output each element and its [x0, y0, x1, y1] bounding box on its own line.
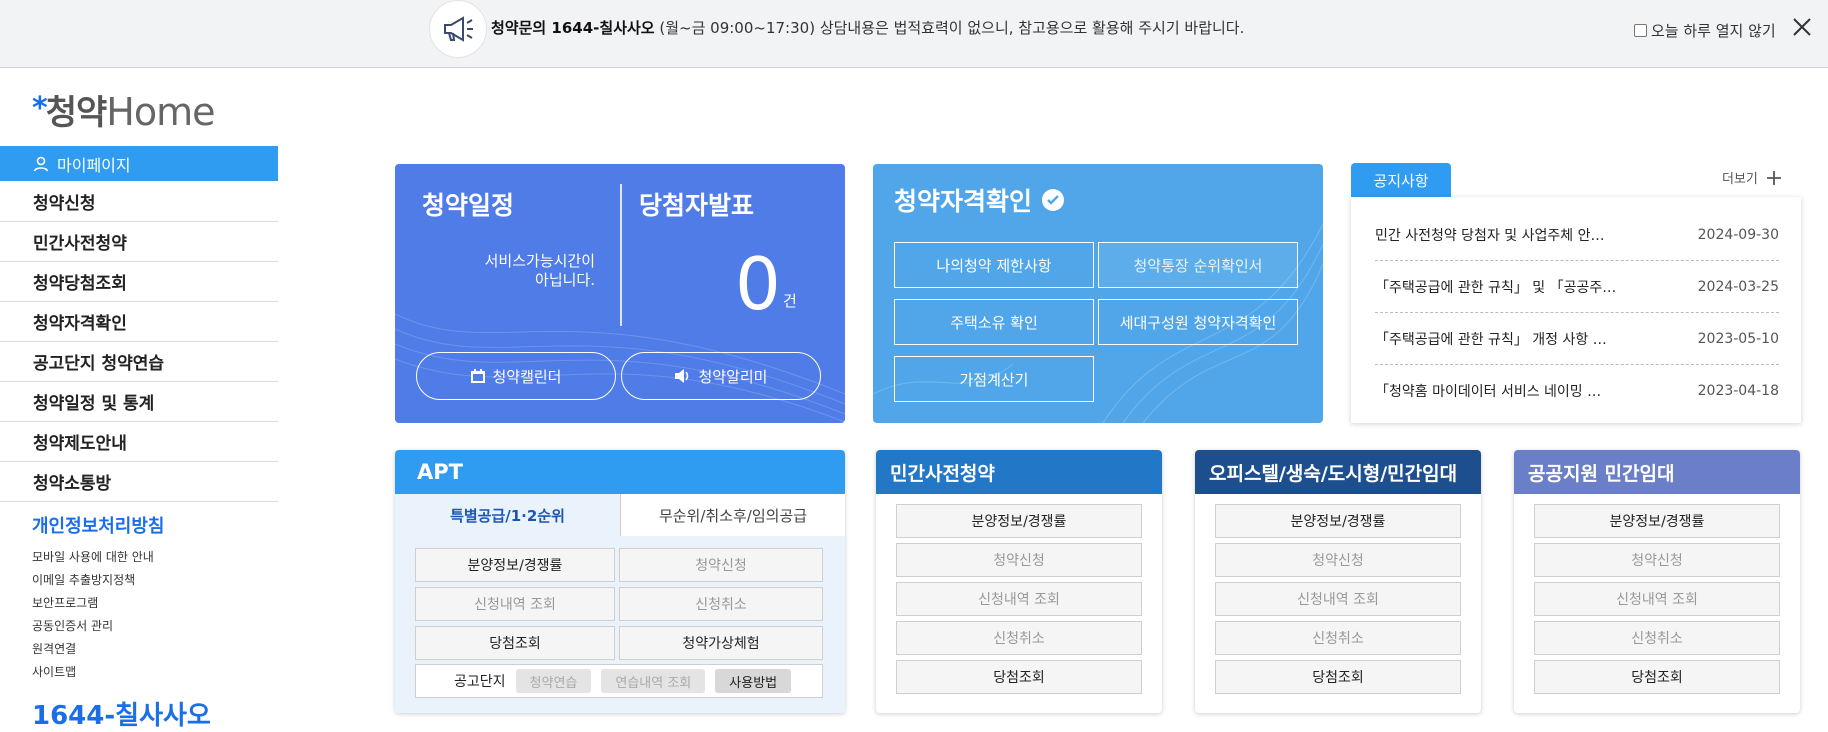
apt-card: APT 특별공급/1·2순위 무순위/취소후/임의공급 분양정보/경쟁률 청약신…: [395, 450, 845, 713]
checkbox-box[interactable]: [1634, 24, 1647, 37]
apt-history-button[interactable]: 신청내역 조회: [415, 587, 615, 621]
service-unavailable-msg: 서비스가능시간이 아닙니다.: [484, 252, 595, 289]
calendar-icon: [471, 369, 486, 383]
tab-no-rank[interactable]: 무순위/취소후/임의공급: [620, 494, 845, 536]
sidebar-item-schedule-stats[interactable]: 청약일정 및 통계: [0, 382, 278, 422]
private-pre-card: 민간사전청약 분양정보/경쟁률 청약신청 신청내역 조회 신청취소 당첨조회: [876, 450, 1162, 713]
win-check-button[interactable]: 당첨조회: [1215, 660, 1461, 694]
apt-simulation-button[interactable]: 청약가상체험: [619, 626, 823, 660]
sidebar-phone: 1644-칠사사오: [32, 701, 211, 731]
privacy-policy-link[interactable]: 개인정보처리방침: [32, 512, 164, 538]
sidebar-links: 개인정보처리방침 모바일 사용에 대한 안내 이메일 추출방지정책 보안프로그램…: [32, 512, 164, 684]
house-ownership-button[interactable]: 주택소유 확인: [894, 299, 1094, 345]
cancel-button[interactable]: 신청취소: [1534, 621, 1780, 655]
info-button[interactable]: 분양정보/경쟁률: [1215, 504, 1461, 538]
notice-text: 청약문의 1644-칠사사오 (월~금 09:00~17:30) 상담내용은 법…: [491, 19, 1245, 37]
apply-button[interactable]: 청약신청: [896, 543, 1142, 577]
top-notice-bar: 청약문의 1644-칠사사오 (월~금 09:00~17:30) 상담내용은 법…: [0, 0, 1828, 68]
account-rank-button[interactable]: 청약통장 순위확인서: [1098, 242, 1298, 288]
practice-history-chip[interactable]: 연습내역 조회: [601, 669, 706, 693]
gongo-row: 공고단지 청약연습 연습내역 조회 사용방법: [415, 664, 823, 698]
private-pre-title: 민간사전청약: [876, 450, 1162, 494]
sidebar-item-qualification[interactable]: 청약자격확인: [0, 302, 278, 342]
my-restrictions-button[interactable]: 나의청약 제한사항: [894, 242, 1094, 288]
plus-icon: [1766, 170, 1781, 185]
winners-title[interactable]: 당첨자발표: [639, 186, 754, 222]
apt-cancel-button[interactable]: 신청취소: [619, 587, 823, 621]
practice-chip[interactable]: 청약연습: [515, 669, 592, 693]
history-button[interactable]: 신청내역 조회: [896, 582, 1142, 616]
info-button[interactable]: 분양정보/경쟁률: [896, 504, 1142, 538]
notice-tab[interactable]: 공지사항: [1351, 163, 1451, 197]
sidebar-link[interactable]: 원격연결: [32, 638, 164, 661]
sidebar-item-apply[interactable]: 청약신청: [0, 182, 278, 222]
site-logo[interactable]: * 청약 Home: [32, 90, 215, 134]
win-check-button[interactable]: 당첨조회: [896, 660, 1142, 694]
history-button[interactable]: 신청내역 조회: [1534, 582, 1780, 616]
apply-button[interactable]: 청약신청: [1215, 543, 1461, 577]
alarm-button[interactable]: 청약알리미: [621, 352, 821, 400]
cancel-button[interactable]: 신청취소: [1215, 621, 1461, 655]
public-rental-title: 공공지원 민간임대: [1514, 450, 1800, 494]
schedule-card: 청약일정 당첨자발표 서비스가능시간이 아닙니다. 0 건 청약캘린더 청약알리미: [395, 164, 845, 423]
speaker-icon: [675, 369, 689, 383]
sidebar-item-communication[interactable]: 청약소통방: [0, 462, 278, 502]
history-button[interactable]: 신청내역 조회: [1215, 582, 1461, 616]
household-qualification-button[interactable]: 세대구성원 청약자격확인: [1098, 299, 1298, 345]
sidebar-mypage[interactable]: 마이페이지: [0, 146, 278, 181]
sidebar-link[interactable]: 사이트맵: [32, 661, 164, 684]
cancel-button[interactable]: 신청취소: [896, 621, 1142, 655]
usage-guide-chip[interactable]: 사용방법: [715, 669, 792, 693]
schedule-title[interactable]: 청약일정: [422, 186, 514, 222]
calendar-button[interactable]: 청약캘린더: [416, 352, 616, 400]
tab-special-supply[interactable]: 특별공급/1·2순위: [395, 494, 620, 536]
winner-count-unit: 건: [783, 292, 797, 310]
notice-row[interactable]: 「주택공급에 관한 규칙」 및 「공공주… 2024-03-25: [1375, 261, 1779, 313]
win-check-button[interactable]: 당첨조회: [1534, 660, 1780, 694]
notice-row[interactable]: 「주택공급에 관한 규칙」 개정 사항 … 2023-05-10: [1375, 313, 1779, 365]
notice-list: 민간 사전청약 당첨자 및 사업주체 안… 2024-09-30 「주택공급에 관…: [1351, 197, 1801, 423]
sidebar-item-system-guide[interactable]: 청약제도안내: [0, 422, 278, 462]
sidebar-link[interactable]: 이메일 추출방지정책: [32, 569, 164, 592]
card-divider: [620, 184, 622, 326]
apt-title: APT: [395, 450, 845, 494]
officetel-card: 오피스텔/생숙/도시형/민간임대 분양정보/경쟁률 청약신청 신청내역 조회 신…: [1195, 450, 1481, 713]
megaphone-icon: [429, 0, 487, 58]
sidebar-item-practice[interactable]: 공고단지 청약연습: [0, 342, 278, 382]
apt-info-button[interactable]: 분양정보/경쟁률: [415, 548, 615, 582]
today-close-label: 오늘 하루 열지 않기: [1651, 22, 1776, 40]
officetel-title: 오피스텔/생숙/도시형/민간임대: [1195, 450, 1481, 494]
apt-win-check-button[interactable]: 당첨조회: [415, 626, 615, 660]
close-icon[interactable]: [1790, 15, 1814, 39]
apply-button[interactable]: 청약신청: [1534, 543, 1780, 577]
sidebar-item-win-check[interactable]: 청약당첨조회: [0, 262, 278, 302]
score-calculator-button[interactable]: 가점계산기: [894, 356, 1094, 402]
winner-count: 0: [735, 242, 781, 326]
info-button[interactable]: 분양정보/경쟁률: [1534, 504, 1780, 538]
sidebar-link[interactable]: 모바일 사용에 대한 안내: [32, 546, 164, 569]
qualification-card: 청약자격확인 나의청약 제한사항 청약통장 순위확인서 주택소유 확인 세대구성…: [873, 164, 1323, 423]
qualification-title: 청약자격확인: [894, 182, 1065, 218]
sidebar-link[interactable]: 공동인증서 관리: [32, 615, 164, 638]
notice-row[interactable]: 민간 사전청약 당첨자 및 사업주체 안… 2024-09-30: [1375, 209, 1779, 261]
today-close-checkbox[interactable]: 오늘 하루 열지 않기: [1634, 20, 1776, 41]
public-rental-card: 공공지원 민간임대 분양정보/경쟁률 청약신청 신청내역 조회 신청취소 당첨조…: [1514, 450, 1800, 713]
sidebar-link[interactable]: 보안프로그램: [32, 592, 164, 615]
user-icon: [33, 156, 49, 171]
notice-row[interactable]: 「청약홈 마이데이터 서비스 네이밍 … 2023-04-18: [1375, 365, 1779, 417]
sidebar-item-private-pre[interactable]: 민간사전청약: [0, 222, 278, 262]
sidebar-menu: 청약신청 민간사전청약 청약당첨조회 청약자격확인 공고단지 청약연습 청약일정…: [0, 182, 278, 502]
check-circle-icon: [1042, 189, 1065, 211]
more-link[interactable]: 더보기: [1722, 168, 1782, 187]
apt-apply-button[interactable]: 청약신청: [619, 548, 823, 582]
